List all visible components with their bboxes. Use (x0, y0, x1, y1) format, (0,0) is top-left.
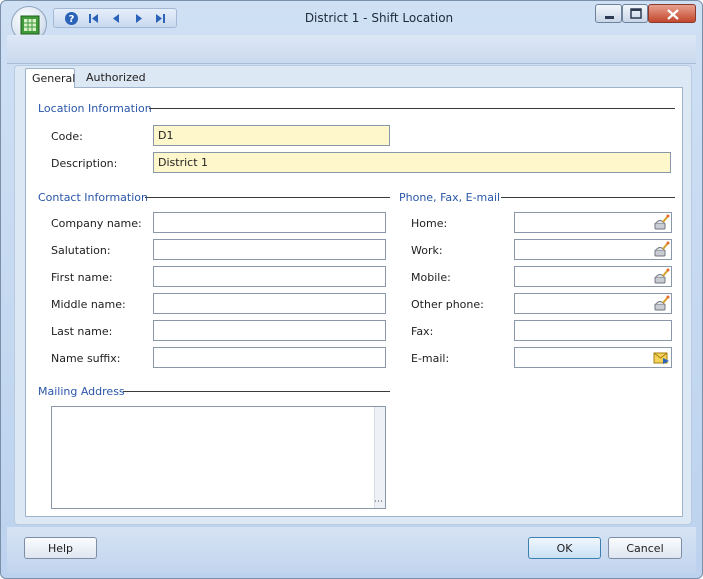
fax-label: Fax: (411, 325, 434, 338)
email-label: E-mail: (411, 352, 450, 365)
previous-record-icon[interactable] (109, 11, 124, 26)
contact-info-title: Contact Information (38, 191, 148, 204)
other-phone-label: Other phone: (411, 298, 484, 311)
ok-button[interactable]: OK (528, 537, 601, 559)
code-field[interactable]: D1 (153, 125, 390, 146)
vertical-scrollbar[interactable]: ⋯ (374, 407, 385, 508)
cancel-button[interactable]: Cancel (608, 537, 682, 559)
resize-grip-icon[interactable]: ⋯ (374, 498, 383, 507)
send-email-icon[interactable] (653, 349, 670, 366)
spreadsheet-icon (20, 15, 40, 35)
salutation-label: Salutation: (51, 244, 111, 257)
description-field[interactable]: District 1 (153, 152, 671, 173)
minimize-icon (605, 16, 614, 19)
last-name-field[interactable] (153, 320, 386, 341)
home-phone-field[interactable] (514, 212, 672, 233)
mobile-phone-field[interactable] (514, 266, 672, 287)
work-phone-field[interactable] (514, 239, 672, 260)
section-divider (145, 197, 390, 198)
minimize-button[interactable] (595, 4, 622, 23)
phone-info-title: Phone, Fax, E-mail (399, 191, 501, 204)
company-name-field[interactable] (153, 212, 386, 233)
quick-access-toolbar: ? (53, 8, 177, 28)
mobile-phone-label: Mobile: (411, 271, 451, 284)
salutation-field[interactable] (153, 239, 386, 260)
phone-dial-icon[interactable] (653, 241, 670, 258)
tab-general[interactable]: General (25, 68, 75, 88)
mailing-address-title: Mailing Address (38, 385, 125, 398)
maximize-icon (630, 8, 642, 19)
code-label: Code: (51, 130, 83, 143)
mailing-address-textarea[interactable]: ⋯ (51, 406, 386, 509)
maximize-button[interactable] (622, 4, 648, 23)
first-name-label: First name: (51, 271, 113, 284)
first-name-field[interactable] (153, 266, 386, 287)
phone-dial-icon[interactable] (653, 214, 670, 231)
section-divider (149, 108, 675, 109)
close-icon (667, 9, 679, 20)
next-record-icon[interactable] (131, 11, 146, 26)
ribbon-area (7, 35, 696, 64)
section-divider (501, 197, 675, 198)
close-button[interactable] (648, 4, 696, 23)
home-phone-label: Home: (411, 217, 448, 230)
window-title: District 1 - Shift Location (304, 11, 454, 25)
name-suffix-field[interactable] (153, 347, 386, 368)
middle-name-field[interactable] (153, 293, 386, 314)
svg-text:?: ? (69, 14, 75, 25)
company-name-label: Company name: (51, 217, 142, 230)
tab-authorized-employees[interactable]: Authorized Employees (80, 68, 200, 103)
location-info-title: Location Information (38, 102, 152, 115)
description-label: Description: (51, 157, 118, 170)
section-divider (123, 391, 390, 392)
middle-name-label: Middle name: (51, 298, 126, 311)
phone-dial-icon[interactable] (653, 295, 670, 312)
first-record-icon[interactable] (86, 11, 101, 26)
other-phone-field[interactable] (514, 293, 672, 314)
phone-dial-icon[interactable] (653, 268, 670, 285)
title-bar: ? District 1 - Shift Location (1, 1, 702, 42)
last-name-label: Last name: (51, 325, 113, 338)
dialog-window: ? District 1 - Shift Location General Au… (0, 0, 703, 579)
work-phone-label: Work: (411, 244, 443, 257)
last-record-icon[interactable] (153, 11, 168, 26)
name-suffix-label: Name suffix: (51, 352, 121, 365)
email-field[interactable] (514, 347, 672, 368)
fax-field[interactable] (514, 320, 672, 341)
help-button[interactable]: Help (24, 537, 97, 559)
help-icon[interactable]: ? (64, 11, 79, 26)
